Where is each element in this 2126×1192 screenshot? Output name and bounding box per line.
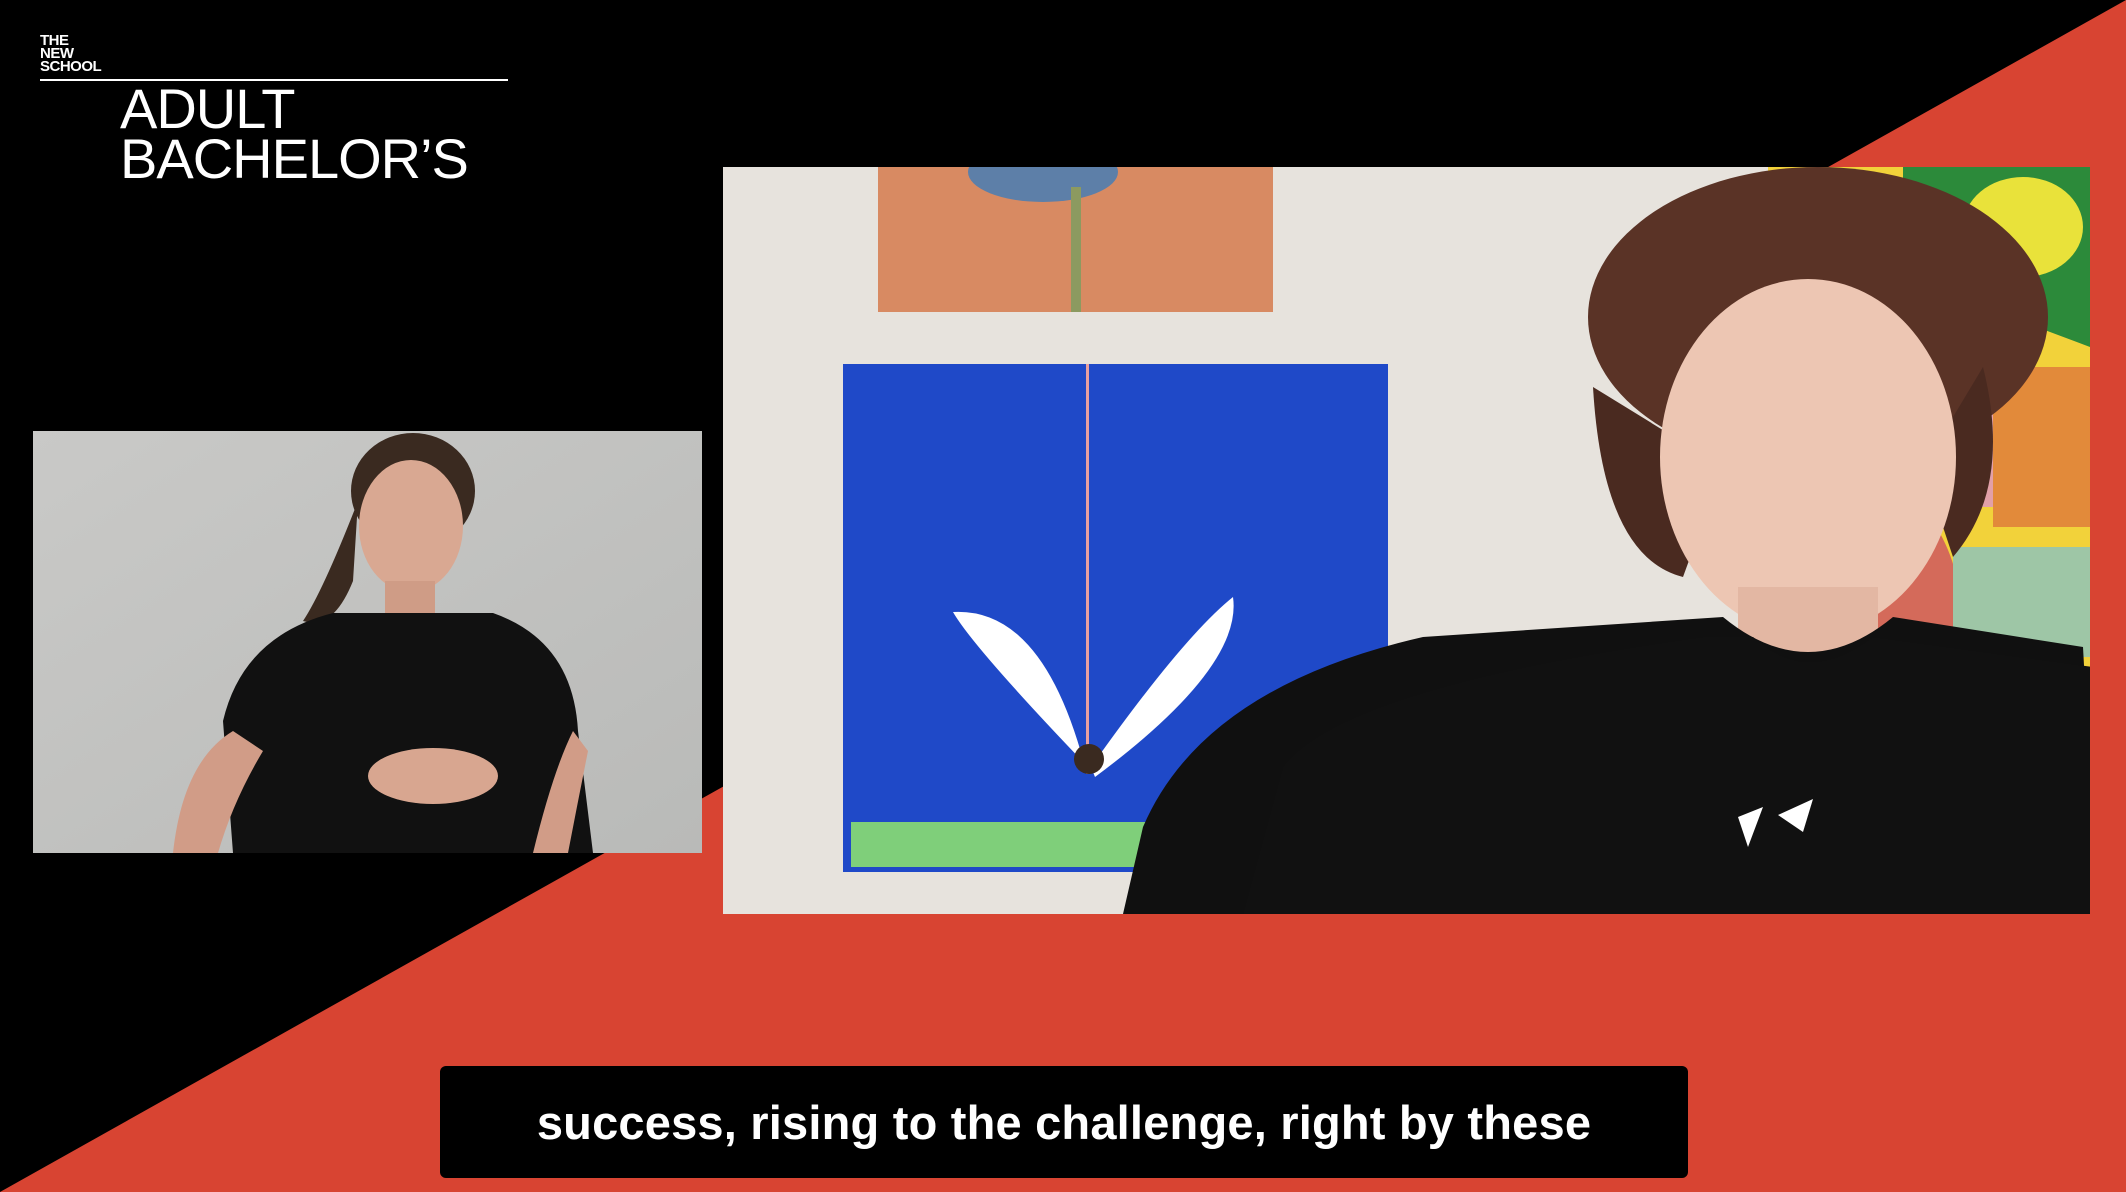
brand-title-line-2: BACHELOR’S — [120, 127, 469, 190]
caption-text: success, rising to the challenge, right … — [536, 1095, 1592, 1149]
brand-logo: THE NEW SCHOOL ADULT BACHELOR’S — [40, 33, 510, 190]
interpreter-video-frame — [33, 431, 702, 853]
interpreter-video-tile[interactable] — [33, 431, 702, 853]
brand-small-line-3: SCHOOL — [40, 58, 102, 75]
caption-box: success, rising to the challenge, right … — [440, 1066, 1688, 1178]
brand-title: ADULT BACHELOR’S — [120, 81, 469, 190]
speaker-video-frame — [723, 167, 2090, 914]
brand-small-text: THE NEW SCHOOL — [40, 33, 102, 75]
speaker-video-tile[interactable] — [723, 167, 2090, 914]
